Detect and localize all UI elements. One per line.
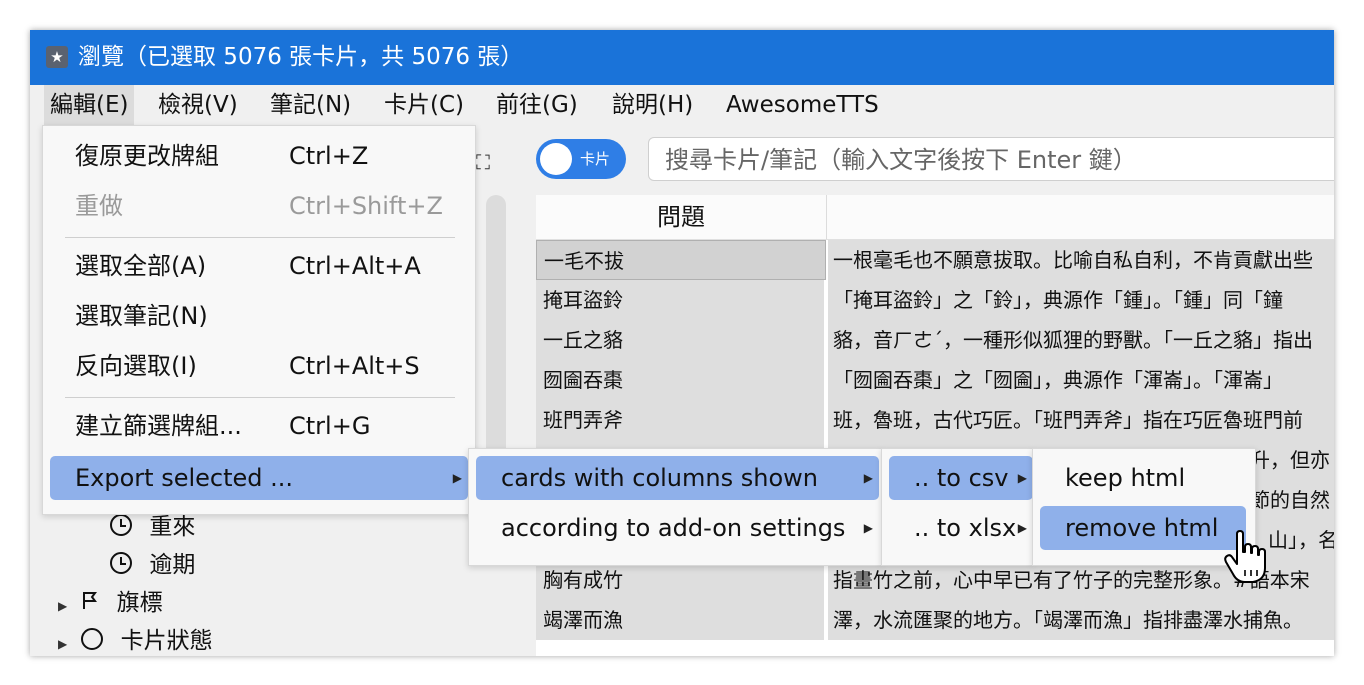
menu-item-label: 選取筆記(N) <box>75 302 208 330</box>
addon-settings-menu-item[interactable]: according to add-on settings ▶ <box>476 506 879 550</box>
cell-answer: 班，魯班，古代巧匠。「班門弄斧」指在巧匠魯班門前 <box>828 400 1334 440</box>
browser-window: ★ 瀏覽（已選取 5076 張卡片，共 5076 張） 編輯(E) 檢視(V) … <box>30 30 1334 656</box>
menu-separator <box>65 397 455 398</box>
column-header-question[interactable]: 問題 <box>536 195 827 239</box>
table-row[interactable]: 胸有成竹 指畫竹之前，心中早已有了竹子的完整形象。#語本宋 <box>536 560 1334 601</box>
submenu-arrow-icon: ▶ <box>863 471 873 485</box>
submenu-arrow-icon: ▶ <box>1017 521 1027 535</box>
circle-icon <box>81 628 104 650</box>
search-input[interactable]: 搜尋卡片/筆記（輸入文字後按下 Enter 鍵） <box>648 137 1334 181</box>
cell-answer: 澤，水流匯聚的地方。「竭澤而漁」指排盡澤水捕魚。 <box>828 600 1334 640</box>
menu-item-label: keep html <box>1065 464 1186 492</box>
cards-table: 問題 一毛不拔 一根毫毛也不願意拔取。比喻自私自利，不肯貢獻出些 掩耳盜鈴 「掩… <box>536 195 1334 656</box>
submenu-arrow-icon: ▶ <box>1017 471 1027 485</box>
menu-cards[interactable]: 卡片(C) <box>384 85 464 125</box>
sidebar-item-label: 重來 <box>149 514 196 540</box>
edit-menu: 復原更改牌組 Ctrl+Z 重做 Ctrl+Shift+Z 選取全部(A) Ct… <box>42 125 476 515</box>
sidebar-item-label: 逾期 <box>149 552 196 578</box>
cell-answer: 「囫圇吞棗」之「囫圇」，典源作「渾崙」。「渾崙」 <box>828 360 1334 400</box>
expand-arrow-icon[interactable]: ▶ <box>58 637 74 651</box>
app-icon: ★ <box>46 46 68 68</box>
create-filtered-deck-menu-item[interactable]: 建立篩選牌組... Ctrl+G <box>50 404 468 448</box>
cell-question: 掩耳盜鈴 <box>536 280 826 320</box>
cell-answer: 一根毫毛也不願意拔取。比喻自私自利，不肯貢獻出些 <box>828 240 1334 280</box>
select-mode-icon[interactable]: ⛶ <box>476 150 490 174</box>
sidebar-item-overdue[interactable]: 逾期 <box>110 545 195 579</box>
menu-item-shortcut: Ctrl+Alt+S <box>289 352 420 380</box>
menu-separator <box>65 237 455 238</box>
menu-bar: 編輯(E) 檢視(V) 筆記(N) 卡片(C) 前往(G) 說明(H) Awes… <box>30 85 1334 125</box>
menu-go[interactable]: 前往(G) <box>496 85 578 125</box>
cell-question: 竭澤而漁 <box>536 600 826 640</box>
keep-html-menu-item[interactable]: keep html <box>1040 456 1246 500</box>
table-row[interactable]: 一毛不拔 一根毫毛也不願意拔取。比喻自私自利，不肯貢獻出些 <box>536 240 1334 281</box>
title-bar: ★ 瀏覽（已選取 5076 張卡片，共 5076 張） <box>30 30 1334 85</box>
submenu-arrow-icon: ▶ <box>863 521 873 535</box>
menu-item-label: Export selected ... <box>75 464 294 492</box>
flag-icon <box>81 590 101 616</box>
menu-item-label: .. to csv <box>914 464 1009 492</box>
menu-item-shortcut: Ctrl+Shift+Z <box>289 192 443 220</box>
cell-question: 一毛不拔 <box>536 240 826 280</box>
to-xlsx-menu-item[interactable]: .. to xlsx ▶ <box>889 506 1033 550</box>
sidebar-item-flags[interactable]: ▶ 旗標 <box>58 583 163 617</box>
menu-item-label: according to add-on settings <box>501 514 846 542</box>
toggle-knob <box>540 143 572 175</box>
invert-selection-menu-item[interactable]: 反向選取(I) Ctrl+Alt+S <box>50 344 468 388</box>
table-row[interactable]: 班門弄斧 班，魯班，古代巧匠。「班門弄斧」指在巧匠魯班門前 <box>536 400 1334 441</box>
menu-item-label: 重做 <box>75 192 123 220</box>
menu-edit[interactable]: 編輯(E) <box>44 85 135 125</box>
menu-item-shortcut: Ctrl+Alt+A <box>289 252 421 280</box>
submenu-arrow-icon: ▶ <box>452 471 462 485</box>
menu-notes[interactable]: 筆記(N) <box>270 85 351 125</box>
select-all-menu-item[interactable]: 選取全部(A) Ctrl+Alt+A <box>50 244 468 288</box>
to-csv-menu-item[interactable]: .. to csv ▶ <box>889 456 1033 500</box>
export-selected-menu-item[interactable]: Export selected ... ▶ <box>50 456 468 500</box>
cards-notes-toggle[interactable]: 卡片 <box>536 139 626 179</box>
cell-answer: 貉，音ㄏㄜˊ，一種形似狐狸的野獸。「一丘之貉」指出 <box>828 320 1334 360</box>
table-row[interactable]: 一丘之貉 貉，音ㄏㄜˊ，一種形似狐狸的野獸。「一丘之貉」指出 <box>536 320 1334 361</box>
expand-arrow-icon[interactable]: ▶ <box>58 599 74 613</box>
clock-icon <box>110 514 132 536</box>
search-placeholder: 搜尋卡片/筆記（輸入文字後按下 Enter 鍵） <box>665 146 1137 174</box>
sidebar-item-card-state[interactable]: ▶ 卡片狀態 <box>58 621 213 655</box>
clock-icon <box>110 552 132 574</box>
menu-awesometts[interactable]: AwesomeTTS <box>726 85 879 125</box>
cell-answer: 「掩耳盜鈴」之「鈴」，典源作「鍾」。「鍾」同「鐘 <box>828 280 1334 320</box>
format-submenu: .. to csv ▶ .. to xlsx ▶ <box>881 448 1033 566</box>
menu-item-label: 選取全部(A) <box>75 252 207 280</box>
sidebar-item-label: 卡片狀態 <box>120 628 213 654</box>
table-row[interactable]: 竭澤而漁 澤，水流匯聚的地方。「竭澤而漁」指排盡澤水捕魚。 <box>536 600 1334 641</box>
redo-menu-item: 重做 Ctrl+Shift+Z <box>50 184 468 228</box>
remove-html-menu-item[interactable]: remove html <box>1040 506 1246 550</box>
undo-menu-item[interactable]: 復原更改牌組 Ctrl+Z <box>50 134 468 178</box>
cell-question: 囫圇吞棗 <box>536 360 826 400</box>
toggle-label: 卡片 <box>580 150 611 168</box>
menu-item-shortcut: Ctrl+Z <box>289 142 369 170</box>
menu-item-label: remove html <box>1065 514 1219 542</box>
table-header: 問題 <box>536 195 1334 240</box>
window-title: 瀏覽（已選取 5076 張卡片，共 5076 張） <box>78 44 524 70</box>
menu-item-label: 復原更改牌組 <box>75 142 219 170</box>
export-submenu: cards with columns shown ▶ according to … <box>468 448 882 566</box>
menu-help[interactable]: 說明(H) <box>612 85 693 125</box>
table-row[interactable]: 掩耳盜鈴 「掩耳盜鈴」之「鈴」，典源作「鍾」。「鍾」同「鐘 <box>536 280 1334 321</box>
menu-item-label: 建立篩選牌組... <box>75 412 242 440</box>
hand-cursor-icon <box>1224 530 1266 583</box>
cell-question: 一丘之貉 <box>536 320 826 360</box>
menu-item-label: 反向選取(I) <box>75 352 197 380</box>
cell-question: 胸有成竹 <box>536 560 826 600</box>
menu-item-label: cards with columns shown <box>501 464 818 492</box>
columns-shown-menu-item[interactable]: cards with columns shown ▶ <box>476 456 879 500</box>
menu-view[interactable]: 檢視(V) <box>158 85 238 125</box>
menu-item-shortcut: Ctrl+G <box>289 412 371 440</box>
sidebar-item-label: 旗標 <box>116 590 163 616</box>
table-row[interactable]: 囫圇吞棗 「囫圇吞棗」之「囫圇」，典源作「渾崙」。「渾崙」 <box>536 360 1334 401</box>
select-notes-menu-item[interactable]: 選取筆記(N) <box>50 294 468 338</box>
menu-item-label: .. to xlsx <box>914 514 1017 542</box>
cell-question: 班門弄斧 <box>536 400 826 440</box>
